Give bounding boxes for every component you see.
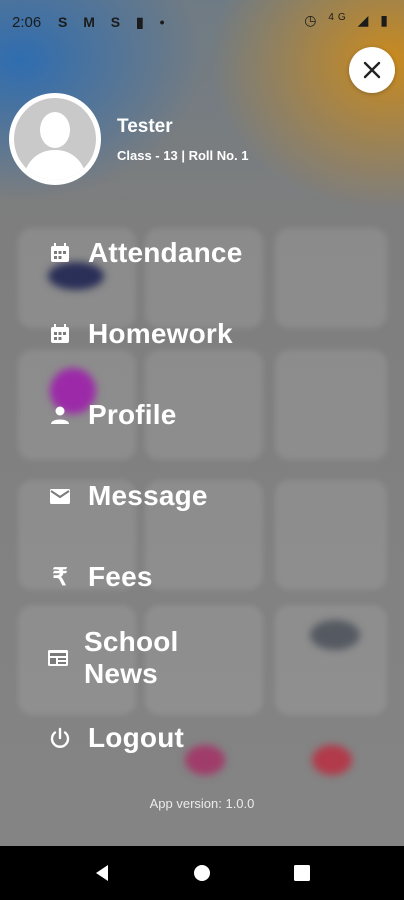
menu-item-label: Profile <box>88 399 177 430</box>
home-icon[interactable] <box>191 862 213 884</box>
menu-item-label: Logout <box>88 722 185 753</box>
background-icon <box>310 620 360 650</box>
menu-item-logout[interactable]: Logout <box>46 716 184 760</box>
calendar-icon <box>46 239 74 267</box>
menu-item-label: Fees <box>88 561 153 592</box>
menu-item-label: Homework <box>88 318 233 349</box>
background-card <box>275 228 387 328</box>
alarm-icon: ◷ <box>304 12 321 28</box>
profile-name: Tester <box>117 116 173 137</box>
news-icon <box>46 644 70 672</box>
menu-item-label: Message <box>88 480 208 511</box>
avatar-placeholder-icon <box>14 98 96 180</box>
menu-item-label: School News <box>84 626 179 689</box>
dot-icon: • <box>159 14 171 30</box>
avatar[interactable] <box>9 93 101 185</box>
status-bar: 2:06 S M S ▮ • ◷ 4G ◢ ▮ <box>0 0 404 46</box>
mail-icon <box>46 482 74 510</box>
network-type: 4G <box>328 12 350 23</box>
background-card <box>275 480 387 590</box>
close-button[interactable] <box>349 47 395 93</box>
m-icon: M <box>83 14 101 30</box>
person-icon <box>46 401 74 429</box>
recents-icon[interactable] <box>291 862 313 884</box>
system-nav-bar <box>0 846 404 900</box>
profile-class-roll: Class - 13 | Roll No. 1 <box>117 148 249 163</box>
calendar-icon <box>46 320 74 348</box>
background-card <box>275 350 387 460</box>
power-icon <box>46 724 74 752</box>
menu-item-fees[interactable]: ₹ Fees <box>46 555 153 599</box>
app-version: App version: 1.0.0 <box>149 796 255 811</box>
menu-item-homework[interactable]: Homework <box>46 312 233 356</box>
status-time: 2:06 <box>12 14 42 31</box>
s-icon: S <box>110 14 127 30</box>
background-icon <box>185 745 225 775</box>
battery-icon: ▮ <box>380 12 392 28</box>
sd-card-icon: ▮ <box>136 14 150 30</box>
menu-item-attendance[interactable]: Attendance <box>46 231 242 275</box>
s-icon: S <box>58 14 74 30</box>
menu-item-school-news[interactable]: School News <box>46 626 183 689</box>
menu-item-message[interactable]: Message <box>46 474 208 518</box>
system-icons: ◷ 4G ◢ ▮ <box>304 12 392 29</box>
background-icon <box>312 745 352 775</box>
close-icon <box>363 61 381 79</box>
signal-icon: ◢ <box>357 12 373 28</box>
rupee-icon: ₹ <box>52 563 68 591</box>
menu-item-label: Attendance <box>88 237 243 268</box>
menu-item-profile[interactable]: Profile <box>46 393 177 437</box>
back-icon[interactable] <box>91 862 113 884</box>
notification-icons: S M S ▮ • <box>58 14 171 31</box>
